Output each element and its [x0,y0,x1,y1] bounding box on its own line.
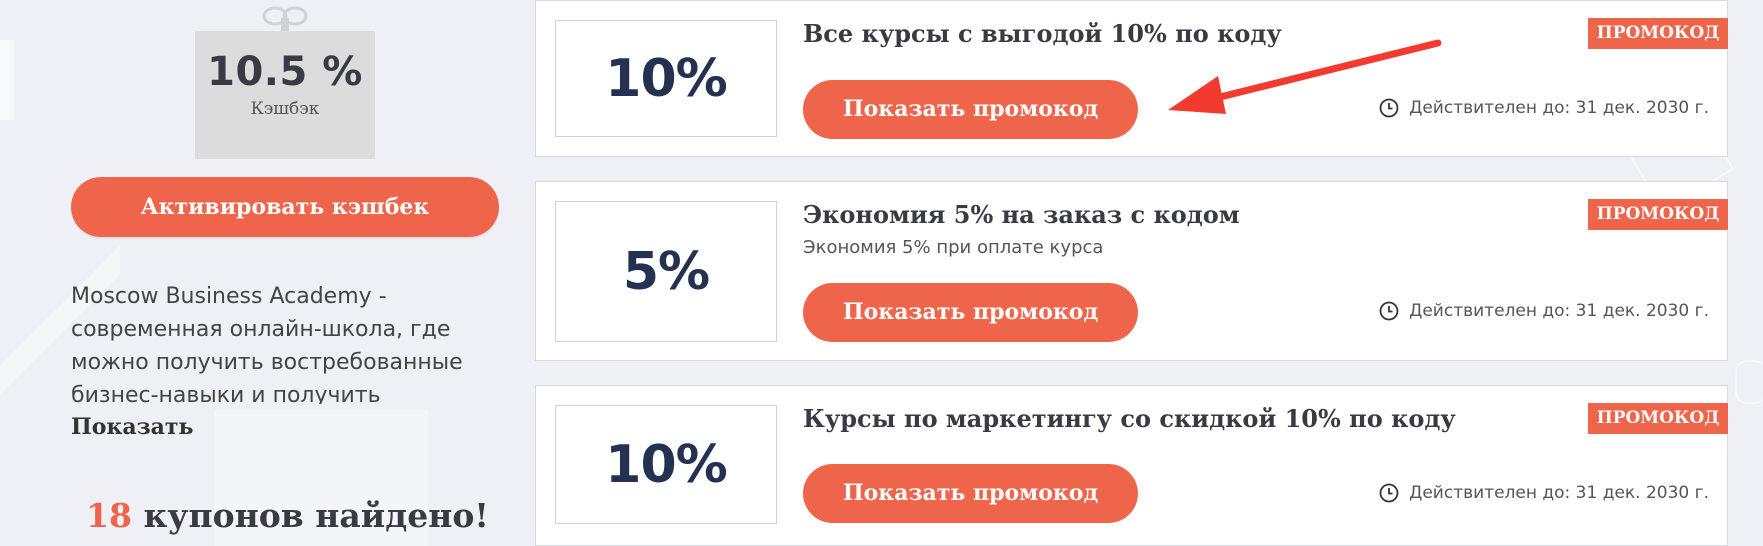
show-more-link[interactable]: Показать [71,414,193,440]
discount-box: 10% [555,405,777,524]
coupon-title: Курсы по маркетингу со скидкой 10% по ко… [803,404,1456,433]
discount-value: 5% [622,242,710,302]
gift-bow-icon [262,6,308,32]
show-promo-code-button[interactable]: Показать промокод [803,283,1138,342]
discount-value: 10% [605,49,727,109]
show-promo-code-button[interactable]: Показать промокод [803,80,1138,139]
promo-badge: ПРОМОКОД [1588,18,1728,49]
store-description: Moscow Business Academy - современная он… [71,284,463,404]
coupons-found-text: купонов найдено! [132,496,489,535]
coupons-count: 18 [86,496,133,535]
cashback-card: 10.5 % Кэшбэк [195,31,375,159]
promo-badge: ПРОМОКОД [1588,199,1728,230]
show-promo-code-button[interactable]: Показать промокод [803,464,1138,523]
background-decoration [0,40,14,120]
coupon-title: Экономия 5% на заказ с кодом [803,200,1240,229]
validity-text: Действителен до: 31 дек. 2030 г. [1409,483,1709,503]
validity-info: Действителен до: 31 дек. 2030 г. [1379,301,1709,321]
coupon-card: 10% Курсы по маркетингу со скидкой 10% п… [535,385,1728,546]
validity-info: Действителен до: 31 дек. 2030 г. [1379,483,1709,503]
discount-box: 10% [555,20,777,137]
discount-box: 5% [555,201,777,342]
coupons-found-heading: 18 купонов найдено! [0,496,575,535]
coupon-card: 5% Экономия 5% на заказ с кодом Экономия… [535,181,1728,361]
validity-text: Действителен до: 31 дек. 2030 г. [1409,98,1709,118]
coupon-card: 10% Все курсы с выгодой 10% по коду Пока… [535,0,1728,157]
clock-icon [1379,483,1399,503]
discount-value: 10% [605,435,727,495]
arrow-icon [1168,39,1442,114]
coupon-subtitle: Экономия 5% при оплате курса [803,237,1104,258]
cashback-label: Кэшбэк [250,99,320,119]
clock-icon [1379,301,1399,321]
promo-badge: ПРОМОКОД [1588,403,1728,434]
cashback-value: 10.5 % [207,49,363,95]
activate-cashback-button[interactable]: Активировать кэшбек [71,177,499,237]
validity-text: Действителен до: 31 дек. 2030 г. [1409,301,1709,321]
background-decoration [1735,360,1763,404]
